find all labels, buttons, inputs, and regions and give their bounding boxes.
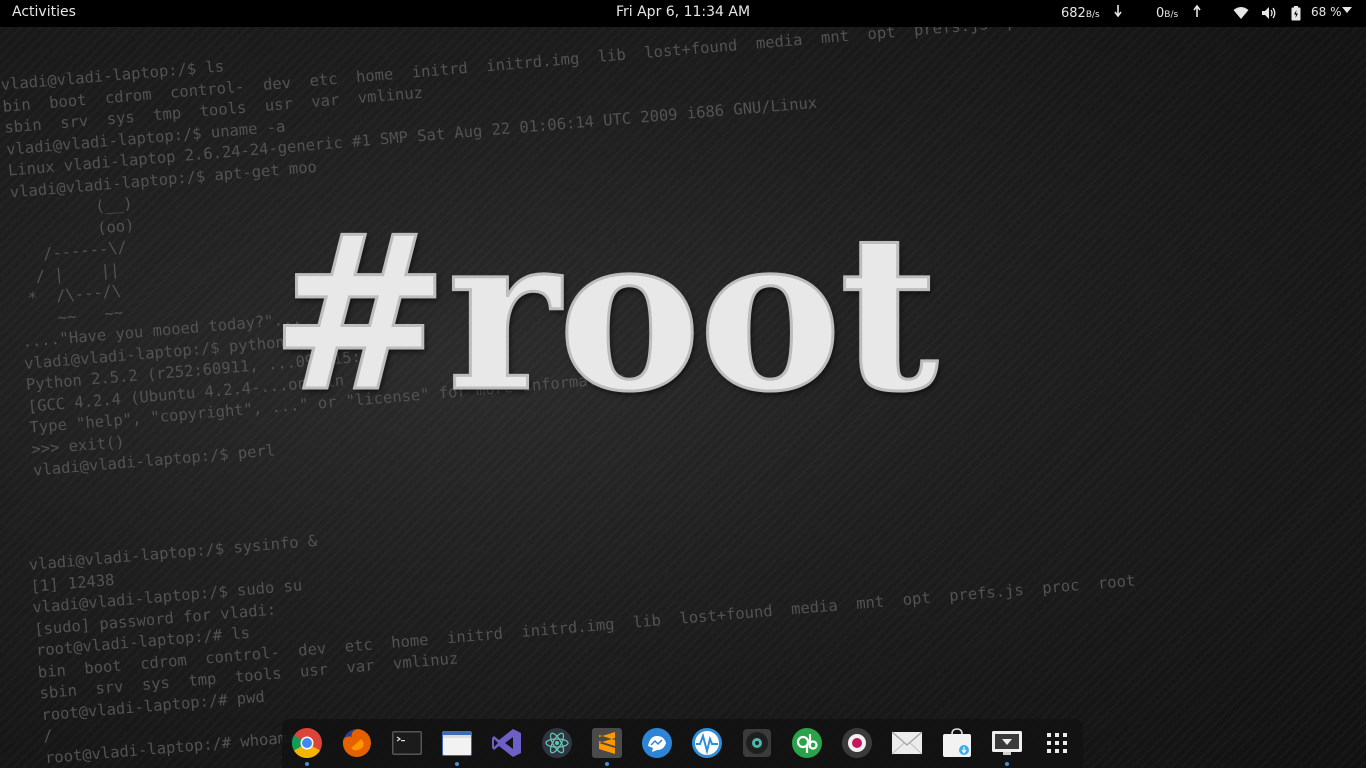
screen-recorder-icon [842,728,872,758]
dock-item-sublime[interactable] [590,726,624,766]
dock-item-system-monitor[interactable] [690,726,724,760]
dock-item-chrome[interactable] [290,726,324,766]
disks-icon [743,729,771,757]
chrome-icon [291,728,322,759]
dock-item-messenger[interactable] [640,726,674,760]
upload-speed: 0B/s [1156,6,1178,21]
dock-item-terminal[interactable] [390,726,424,760]
running-indicator [455,762,459,766]
dock [282,719,1083,768]
atom-icon [542,728,572,758]
upload-arrow-icon [1193,4,1201,22]
dock-item-mail[interactable] [890,726,924,760]
dock-item-qbittorrent[interactable] [790,726,824,760]
running-indicator [605,762,609,766]
wallpaper-root-title: #root [268,188,939,439]
running-indicator [305,762,309,766]
sublime-icon [592,728,622,758]
software-icon [943,728,971,757]
terminal-icon [392,731,422,755]
download-speed-unit: B/s [1085,10,1100,20]
mail-icon [891,731,923,755]
running-indicator [1005,762,1009,766]
activities-button[interactable]: Activities [12,4,76,20]
firefox-icon [342,729,371,757]
app-grid-icon [1047,733,1067,753]
dock-item-screen-recorder[interactable] [840,726,874,760]
top-bar: Activities Fri Apr 6, 11:34 AM 682B/s 0B… [0,0,1366,27]
clock-button[interactable]: Fri Apr 6, 11:34 AM [616,4,750,20]
wifi-icon[interactable] [1233,6,1249,24]
upload-speed-unit: B/s [1164,10,1179,20]
dock-item-files[interactable] [440,726,474,766]
desktop-wallpaper: vladi@vladi-laptop:/$ ls bin boot cdrom … [0,27,1366,768]
remote-desktop-icon [992,731,1022,755]
dock-item-atom[interactable] [540,726,574,760]
download-speed-value: 682 [1061,6,1086,21]
download-speed: 682B/s [1061,6,1100,21]
messenger-icon [642,728,672,758]
system-monitor-icon [692,728,722,758]
dock-item-software[interactable] [940,726,974,760]
dock-item-vscode[interactable] [490,726,524,760]
show-applications-button[interactable] [1040,726,1074,760]
volume-icon[interactable] [1261,6,1277,24]
dock-item-firefox[interactable] [340,726,374,760]
vscode-icon [492,729,521,757]
system-menu-arrow-icon[interactable] [1342,6,1352,17]
qbittorrent-icon [792,728,822,758]
dock-item-remote-desktop[interactable] [990,726,1024,766]
dock-item-disks[interactable] [740,726,774,760]
battery-icon[interactable] [1291,6,1301,25]
download-arrow-icon [1114,4,1122,22]
files-icon [442,731,472,756]
battery-percent[interactable]: 68 % [1311,5,1342,19]
